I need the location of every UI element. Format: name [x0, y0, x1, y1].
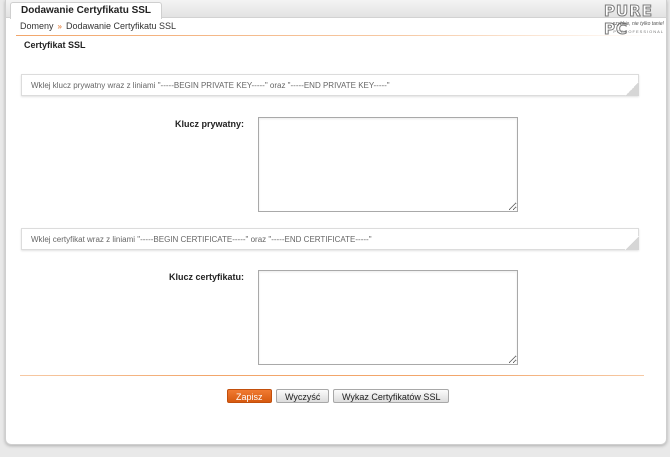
breadcrumb-item-add-ssl: Dodawanie Certyfikatu SSL	[65, 21, 177, 31]
certificate-textarea[interactable]	[258, 270, 518, 365]
watermark-sub: PCPROFESSIONAL	[613, 29, 664, 34]
ssl-certificates-list-button[interactable]: Wykaz Certyfikatów SSL	[333, 389, 450, 403]
header-divider	[16, 35, 656, 36]
certificate-label: Klucz certyfikatu:	[168, 272, 244, 282]
footer-divider	[20, 375, 644, 376]
private-key-hint-text: Wklej klucz prywatny wraz z liniami "---…	[31, 81, 390, 90]
breadcrumb: Domeny» Dodawanie Certyfikatu SSL	[20, 21, 176, 31]
purepc-watermark-logo: PURE PC szybkie, nie tylko tanie! PCPROF…	[604, 2, 666, 39]
breadcrumb-separator-icon: »	[57, 22, 62, 31]
clear-button[interactable]: Wyczyść	[276, 389, 330, 403]
tab-bar: Dodawanie Certyfikatu SSL	[6, 0, 666, 19]
breadcrumb-item-domains[interactable]: Domeny	[20, 21, 54, 31]
save-button[interactable]: Zapisz	[227, 389, 272, 403]
section-title: Certyfikat SSL	[24, 40, 86, 50]
private-key-label: Klucz prywatny:	[174, 119, 244, 129]
certificate-hint-box: Wklej certyfikat wraz z liniami "-----BE…	[21, 228, 639, 250]
page-fold-icon	[625, 236, 639, 250]
certificate-hint-text: Wklej certyfikat wraz z liniami "-----BE…	[31, 235, 372, 244]
page-fold-icon	[625, 82, 639, 96]
tab-add-ssl-certificate[interactable]: Dodawanie Certyfikatu SSL	[10, 2, 163, 19]
watermark-tagline: szybkie, nie tylko tanie!	[612, 21, 664, 27]
private-key-textarea[interactable]	[258, 117, 518, 212]
ssl-certificate-window: Dodawanie Certyfikatu SSL Domeny» Dodawan…	[5, 0, 667, 445]
private-key-hint-box: Wklej klucz prywatny wraz z liniami "---…	[21, 74, 639, 96]
